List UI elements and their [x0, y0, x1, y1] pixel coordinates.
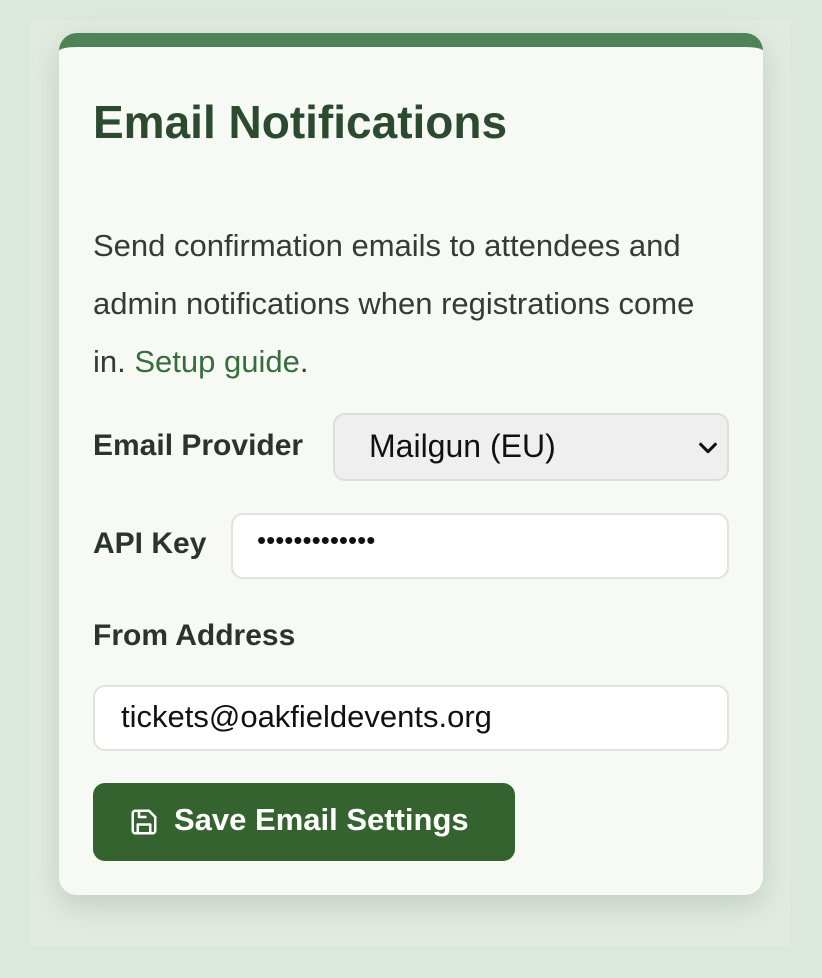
save-icon — [131, 809, 157, 835]
from-address-label: From Address — [93, 619, 296, 652]
provider-select[interactable]: Mailgun (EU) — [333, 413, 729, 481]
card-description: Send confirmation emails to attendees an… — [93, 217, 733, 391]
setup-guide-link[interactable]: Setup guide — [134, 344, 299, 379]
chevron-down-icon — [699, 442, 717, 454]
from-address-value: tickets@oakfieldevents.org — [121, 699, 492, 734]
from-address-input[interactable]: tickets@oakfieldevents.org — [93, 685, 729, 751]
save-email-settings-button[interactable]: Save Email Settings — [93, 783, 515, 861]
provider-select-value: Mailgun (EU) — [369, 428, 556, 464]
api-key-label: API Key — [93, 527, 207, 560]
card-title: Email Notifications — [93, 96, 508, 148]
api-key-value: ••••••••••••• — [257, 525, 376, 555]
description-suffix: . — [299, 344, 309, 379]
provider-label: Email Provider — [93, 429, 304, 462]
email-notifications-card: Email Notifications Send confirmation em… — [59, 33, 763, 895]
api-key-input[interactable]: ••••••••••••• — [231, 513, 729, 579]
save-button-label: Save Email Settings — [174, 802, 469, 837]
